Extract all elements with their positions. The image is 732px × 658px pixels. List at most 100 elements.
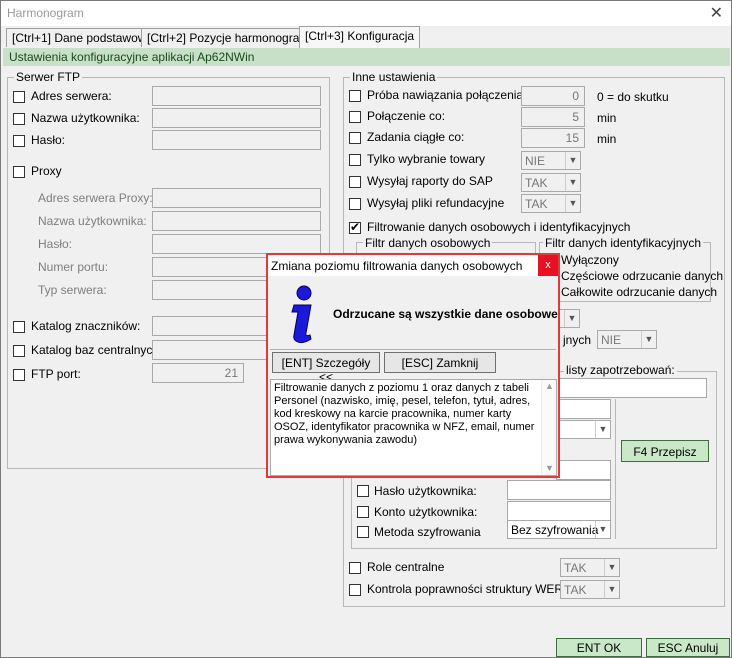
window-title: Harmonogram (7, 6, 84, 20)
tab-pozycje-harmonogramu[interactable]: [Ctrl+2] Pozycje harmonogramu (141, 28, 323, 47)
jnych-label: jnych (563, 333, 592, 347)
tylko-wybrane-value: NIE (525, 154, 546, 168)
zadania-checkbox[interactable] (349, 132, 361, 144)
jnych-value: NIE (601, 333, 622, 347)
polaczenie-unit: min (597, 111, 617, 125)
chevron-down-icon: ▼ (565, 195, 580, 212)
calkowite-label[interactable]: Całkowite odrzucanie danych (561, 285, 717, 299)
zadania-label: Zadania ciągłe co: (367, 130, 465, 144)
filtrowanie-checkbox[interactable] (349, 220, 361, 234)
haslo-input[interactable] (152, 130, 321, 150)
dialog-separator (270, 349, 556, 350)
ftp-group-title: Serwer FTP (14, 70, 83, 84)
wysylaj-sap-checkbox[interactable] (349, 176, 361, 188)
adres-serwera-label: Adres serwera: (31, 89, 112, 103)
scroll-down-icon[interactable]: ▼ (542, 462, 557, 475)
adres-serwera-input[interactable] (152, 86, 321, 106)
metoda-checkbox[interactable] (357, 526, 369, 538)
config-caption: Ustawienia konfiguracyjne aplikacji Ap62… (3, 48, 730, 66)
tab-dane-podstawowe[interactable]: [Ctrl+1] Dane podstawowe (6, 28, 160, 47)
listy-divider (615, 399, 616, 539)
polaczenie-label: Połączenie co: (367, 109, 446, 123)
dialog-text: Filtrowanie danych z poziomu 1 oraz dany… (274, 382, 535, 446)
jnych-select[interactable]: NIE ▼ (597, 330, 657, 349)
dialog-details-text: Filtrowanie danych z poziomu 1 oraz dany… (270, 379, 557, 476)
proxy-checkbox[interactable] (13, 166, 25, 178)
partial-select[interactable]: ▼ (558, 309, 580, 328)
listy-input[interactable] (556, 378, 707, 398)
listy-select[interactable]: ▼ (556, 420, 611, 439)
tab-konfiguracja[interactable]: [Ctrl+3] Konfiguracja (299, 26, 421, 48)
filtr-ident-title: Filtr danych identyfikacyjnych (543, 236, 704, 250)
listy-field-2[interactable] (556, 399, 611, 419)
proxy-typ-label: Typ serwera: (38, 283, 107, 297)
proba-unit: 0 = do skutku (597, 90, 669, 104)
haslo-uz-input[interactable] (507, 480, 611, 500)
nazwa-uzytkownika-checkbox[interactable] (13, 113, 25, 125)
wysylaj-ref-checkbox[interactable] (349, 198, 361, 210)
proxy-adres-input[interactable] (152, 188, 321, 208)
role-checkbox[interactable] (349, 562, 361, 574)
ftp-port-input[interactable]: 21 (152, 363, 244, 383)
czesciowe-label[interactable]: Częściowe odrzucanie danych (561, 269, 723, 283)
role-select[interactable]: TAK ▼ (560, 558, 620, 577)
proxy-haslo-input[interactable] (152, 234, 321, 254)
filter-dialog: Zmiana poziomu filtrowania danych osobow… (266, 253, 560, 478)
listy-field-3[interactable] (556, 460, 611, 480)
katalog-baz-checkbox[interactable] (13, 345, 25, 357)
kontrola-label: Kontrola poprawności struktury WERTB (367, 582, 579, 596)
haslo-checkbox[interactable] (13, 135, 25, 147)
metoda-label: Metoda szyfrowania (374, 525, 481, 539)
proba-label: Próba nawiązania połączenia: (367, 88, 527, 102)
metoda-select[interactable]: Bez szyfrowania ▼ (507, 520, 611, 539)
tylko-wybrane-checkbox[interactable] (349, 154, 361, 166)
metoda-value: Bez szyfrowania (511, 523, 599, 537)
konto-uz-input[interactable] (507, 501, 611, 521)
konto-uz-label: Konto użytkownika: (374, 505, 478, 519)
listy-title: listy zapotrzebowań: (564, 363, 677, 377)
ftp-port-checkbox[interactable] (13, 369, 25, 381)
proxy-nazwa-label: Nazwa użytkownika: (38, 214, 147, 228)
konto-uz-checkbox[interactable] (357, 506, 369, 518)
polaczenie-input[interactable]: 5 (521, 107, 585, 127)
proba-checkbox[interactable] (349, 90, 361, 102)
scroll-up-icon[interactable]: ▲ (542, 380, 557, 393)
chevron-down-icon: ▼ (604, 581, 619, 598)
proxy-adres-label: Adres serwera Proxy: (38, 191, 153, 205)
wysylaj-sap-value: TAK (525, 176, 548, 190)
haslo-uz-checkbox[interactable] (357, 485, 369, 497)
adres-serwera-checkbox[interactable] (13, 91, 25, 103)
nazwa-uzytkownika-label: Nazwa użytkownika: (31, 111, 140, 125)
details-button[interactable]: [ENT] Szczegóły << (272, 352, 380, 384)
polaczenie-checkbox[interactable] (349, 111, 361, 123)
katalog-znacznikow-checkbox[interactable] (13, 321, 25, 333)
role-value: TAK (564, 561, 587, 575)
proba-input[interactable]: 0 (521, 86, 585, 106)
zadania-input[interactable]: 15 (521, 128, 585, 148)
dialog-close-button[interactable]: [ESC] Zamknij (384, 352, 496, 373)
proxy-nazwa-input[interactable] (152, 211, 321, 231)
tylko-wybrane-label: Tylko wybranie towary (367, 152, 486, 166)
katalog-baz-label: Katalog baz centralnych: (31, 343, 163, 357)
filtrowanie-label: Filtrowanie danych osobowych i identyfik… (367, 220, 631, 234)
przepisz-button[interactable]: F4 Przepisz (621, 440, 709, 462)
main-window: Harmonogram ✕ [Ctrl+1] Dane podstawowe [… (0, 0, 732, 658)
kontrola-select[interactable]: TAK ▼ (560, 580, 620, 599)
nazwa-uzytkownika-input[interactable] (152, 108, 321, 128)
katalog-znacznikow-label: Katalog znaczników: (31, 319, 141, 333)
dialog-close-icon[interactable]: x (538, 255, 558, 276)
wylaczony-label[interactable]: Wyłączony (561, 253, 619, 267)
dialog-scrollbar[interactable]: ▲ ▼ (541, 380, 556, 475)
ftp-port-label: FTP port: (31, 367, 81, 381)
dialog-message: Odrzucane są wszystkie dane osobowe (333, 307, 558, 321)
haslo-label: Hasło: (31, 133, 66, 147)
ok-button[interactable]: ENT OK (556, 638, 642, 657)
wysylaj-ref-select[interactable]: TAK ▼ (521, 194, 581, 213)
close-icon[interactable]: ✕ (710, 3, 723, 23)
cancel-button[interactable]: ESC Anuluj (646, 638, 730, 657)
wysylaj-sap-select[interactable]: TAK ▼ (521, 173, 581, 192)
kontrola-checkbox[interactable] (349, 584, 361, 596)
tylko-wybrane-select[interactable]: NIE ▼ (521, 151, 581, 170)
proxy-label: Proxy (31, 164, 62, 178)
info-icon (291, 285, 312, 344)
